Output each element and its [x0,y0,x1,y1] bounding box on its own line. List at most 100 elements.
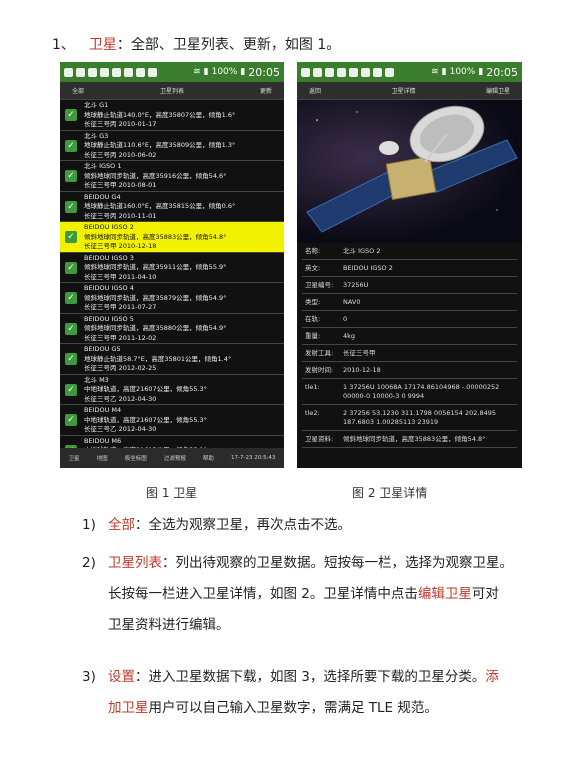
nav-map[interactable]: 地图 [97,454,108,462]
notification-icon [136,67,145,77]
wifi-icon: ≋ [193,67,201,77]
notification-icon [88,67,97,77]
detail-label: 卫星编号: [305,281,334,289]
checkbox-icon[interactable]: ✓ [65,353,77,365]
item-text: ：全选为观察卫星，再次点击不选。 [135,517,351,533]
satellite-name: BEIDOU IGSO 4 [84,284,134,292]
detail-value: 2 37256 53.1230 311.1798 0056154 202.849… [343,409,497,426]
battery-icon: ▮ [240,67,246,77]
bottom-nav: 卫星 地图 极坐标图 过滤预报 帮助 17-7-23 20:5:43 [60,448,284,468]
checkbox-icon[interactable]: ✓ [65,383,77,396]
wifi-icon: ≋ [431,67,439,77]
list-item[interactable]: ✓ 北斗 G3 地球静止轨道110.6°E，高度35809公里，倾角1.3° 长征三号… [60,131,284,161]
mail-icon [148,67,157,77]
nav-timestamp: 17-7-23 20:5:43 [231,455,276,461]
item-text: 长按每一栏进入卫星详情，如图 2。卫星详情中点击 [108,586,418,602]
nav-help[interactable]: 帮助 [203,454,214,462]
update-button[interactable]: 更新 [260,86,272,95]
item-number: 3) [82,669,96,685]
satellite-image [297,100,522,243]
list-item[interactable]: ✓ BEIDOU M4 中地球轨道，高度21607公里，倾角55.3° 长征三号乙 2… [60,405,284,436]
list-item-text: BEIDOU G5 地球静止轨道58.7°E，高度35801公里，倾角1.4° 长征… [84,345,231,374]
satellite-name: 北斗 IGSO 1 [84,162,122,170]
list-item[interactable]: ✓ 北斗 IGSO 1 倾斜地球同步轨道，高度35916公里，倾角54.6° 长征三号… [60,161,284,192]
item-text: 卫星资料进行编辑。 [108,617,230,633]
detail-row: 重量: 4kg [302,328,517,345]
action-bar: 返回 卫星详情 编辑卫星 [297,82,522,100]
list-item-text: BEIDOU M4 中地球轨道，高度21607公里，倾角55.3° 长征三号乙 20… [84,406,207,435]
notification-icon [373,67,382,77]
nav-satellite[interactable]: 卫星 [69,454,80,462]
satellite-name: BEIDOU M6 [84,436,122,445]
detail-label: 名称: [305,247,321,255]
satellite-line1: 地球静止轨道58.7°E，高度35801公里，倾角1.4° [84,354,232,363]
satellite-line2: 长征三号乙 2012-04-30 [84,425,157,433]
checkbox-icon[interactable]: ✓ [65,170,77,182]
list-item[interactable]: ✓ 北斗 M3 中地球轨道，高度21607公里，倾角55.3° 长征三号乙 2012-… [60,375,284,405]
list-item[interactable]: ✓ BEIDOU G4 地球静止轨道160.0°E，高度35815公里，倾角0.6°… [60,192,284,222]
satellite-line1: 倾斜地球同步轨道，高度35879公里，倾角54.9° [84,293,227,302]
checkbox-icon[interactable]: ✓ [65,139,77,152]
screenshot-satellite-detail: ≋ ▮ 100% ▮ 20:05 返回 卫星详情 编辑卫星 名称: 北斗 IGSO… [297,62,522,468]
figure1-caption: 图 1 卫星 [146,486,198,500]
item-term: 设置 [108,669,135,685]
detail-value: BEIDOU IGSO 2 [343,264,393,272]
satellite-line1: 倾斜地球同步轨道，高度35911公里，倾角55.9° [84,263,227,271]
checkbox-icon[interactable]: ✓ [65,261,77,274]
satellite-line1: 中地球轨道，高度21607公里，倾角55.3° [84,385,207,393]
list-item[interactable]: ✓BEIDOU M6中地球轨道，高度21615公里，倾角55.1° [60,436,284,449]
list-item[interactable]: ✓ BEIDOU G5 地球静止轨道58.7°E，高度35801公里，倾角1.4° 长… [60,344,284,375]
checkbox-icon[interactable]: ✓ [65,322,77,335]
status-bar: ≋ ▮ 100% ▮ 20:05 [60,62,284,82]
satellite-illustration-icon [306,105,518,233]
edit-satellite-button[interactable]: 编辑卫星 [486,86,510,95]
satellite-name: BEIDOU G5 [84,345,121,353]
list-item-text: 北斗 G1 地球静止轨道140.0°E，高度35807公里，倾角1.6° 长征三号丙… [84,101,235,130]
detail-value: 4kg [343,332,356,340]
list-item-text: BEIDOU G4 地球静止轨道160.0°E，高度35815公里，倾角0.6° 长… [84,193,235,222]
heading-number: 1、 [52,37,75,53]
list-item[interactable]: ✓ BEIDOU IGSO 2 倾斜地球同步轨道，高度35883公里，倾角54.8°… [60,222,284,253]
detail-label: 发射工具: [305,349,334,357]
satellite-line2: 长征三号丙 2010-01-17 [84,120,157,128]
checkbox-icon[interactable]: ✓ [65,109,77,121]
satellite-name: 北斗 G3 [84,131,109,140]
detail-value: 37256U [343,281,369,289]
detail-value: 倾斜地球同步轨道，高度35883公里，倾角54.8° [343,435,486,443]
notification-icon [325,67,334,77]
detail-value: NAV0 [343,298,361,306]
nav-forecast[interactable]: 过滤预报 [164,454,186,462]
section-heading: 1、 卫星：全部、卫星列表、更新，如图 1。 [52,34,340,54]
status-time: 20:05 [248,65,280,79]
select-all-button[interactable]: 全部 [72,86,84,95]
satellite-line2: 长征三号丙 2010-11-01 [84,211,157,220]
item-3: 3) 设置：进入卫星数据下载，如图 3，选择所要下载的卫星分类。添 加卫星用户可以… [82,662,542,724]
detail-label: tle2: [305,409,320,417]
satellite-line2: 长征三号丙 2010-06-02 [84,150,157,159]
checkbox-icon[interactable]: ✓ [65,292,77,304]
satellite-list-tab[interactable]: 卫星列表 [160,86,184,95]
list-item[interactable]: ✓ BEIDOU IGSO 5 倾斜地球同步轨道，高度35880公里，倾角54.9°… [60,314,284,344]
item-number: 2) [82,555,96,571]
notification-icon [337,67,346,77]
satellite-line2: 长征三号甲 2011-12-02 [84,333,157,342]
battery-level: 100% [211,67,238,77]
list-item-text: 北斗 G3 地球静止轨道110.6°E，高度35809公里，倾角1.3° 长征三号丙… [84,132,235,161]
nav-polar[interactable]: 极坐标图 [125,454,147,462]
list-item-text: BEIDOU M6中地球轨道，高度21615公里，倾角55.1° [84,437,207,449]
detail-label: 卫星资料: [305,435,334,443]
list-item[interactable]: ✓ BEIDOU IGSO 4 倾斜地球同步轨道，高度35879公里，倾角54.9°… [60,283,284,314]
back-button[interactable]: 返回 [309,86,321,95]
detail-row: tle1: 1 37256U 10068A 17174.86104968 -.00… [302,379,517,405]
checkbox-icon[interactable]: ✓ [65,414,77,426]
detail-row: tle2: 2 37256 53.1230 311.1798 0056154 20… [302,405,517,431]
checkbox-icon[interactable]: ✓ [65,200,77,213]
detail-row: 在轨: 0 [302,311,517,328]
checkbox-icon[interactable]: ✓ [65,231,77,243]
satellite-line1: 地球静止轨道160.0°E，高度35815公里，倾角0.6° [84,202,236,210]
mail-icon [385,67,394,77]
status-time: 20:05 [486,65,518,79]
satellite-line1: 地球静止轨道140.0°E，高度35807公里，倾角1.6° [84,110,236,119]
list-item[interactable]: ✓ 北斗 G1 地球静止轨道140.0°E，高度35807公里，倾角1.6° 长征三号… [60,100,284,131]
list-item[interactable]: ✓ BEIDOU IGSO 3 倾斜地球同步轨道，高度35911公里，倾角55.9°… [60,253,284,283]
